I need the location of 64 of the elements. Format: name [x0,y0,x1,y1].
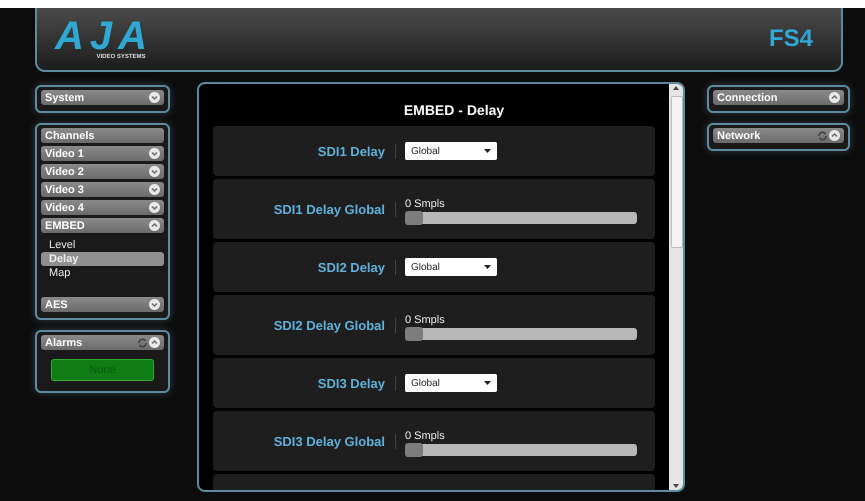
chevron-up-icon[interactable] [829,130,840,141]
chevron-down-icon[interactable] [149,299,160,310]
scrollbar[interactable] [669,84,683,490]
dropdown-field[interactable]: Global [405,374,497,392]
dropdown-field[interactable]: Global [405,142,497,160]
slider-thumb[interactable] [405,327,423,341]
chevron-down-icon[interactable] [149,184,160,195]
scroll-down-icon[interactable] [673,484,679,488]
scroll-up-icon[interactable] [673,86,679,90]
section-header[interactable]: Video 3 [41,182,164,197]
section-title: Video 1 [45,148,85,160]
slider-reading: 0 Smpls [405,430,445,442]
slider-reading: 0 Smpls [405,198,445,210]
panel-title: Connection [717,92,778,104]
menu-item[interactable]: Level [41,238,164,252]
dropdown-field[interactable]: Global [405,258,497,276]
panel-header[interactable]: System [41,90,164,105]
slider-thumb[interactable] [405,211,423,225]
setting-label: SDI3 Delay Global [213,434,396,448]
section-title: Video 2 [45,166,85,178]
chevron-down-icon[interactable] [149,92,160,103]
setting-label: SDI1 Delay Global [213,202,396,216]
section-header[interactable]: Video 4 [41,200,164,215]
slider-track[interactable] [405,212,637,224]
dropdown-caret-icon [484,149,491,153]
content-title: EMBED - Delay [402,101,506,120]
section-header[interactable]: Video 1 [41,146,164,161]
chevron-up-icon[interactable] [149,337,160,348]
setting-label: SDI2 Delay Global [213,318,396,332]
logo-text: AJA [55,18,154,54]
menu-item[interactable]: Delay [41,252,164,266]
refresh-icon[interactable] [817,130,828,140]
product-name: FS4 [768,25,813,53]
chevron-down-icon[interactable] [149,202,160,213]
slider-track[interactable] [405,444,637,456]
setting-label: SDI1 Delay [213,144,396,158]
setting-label: SDI3 Delay [213,376,396,390]
chevron-up-icon[interactable] [149,220,160,231]
section-title: AES [45,298,69,310]
panel-header[interactable]: Alarms [41,335,164,350]
section-header[interactable]: Video 2 [41,164,164,179]
slider-track[interactable] [405,328,637,340]
chevron-down-icon[interactable] [149,148,160,159]
section-header[interactable]: EMBED [41,218,164,233]
refresh-icon[interactable] [137,338,148,348]
setting-label: SDI2 Delay [213,260,396,274]
panel-title: Alarms [45,336,84,348]
panel-header[interactable]: Connection [713,90,844,105]
menu-item[interactable]: Map [41,266,164,280]
dropdown-caret-icon [484,381,491,385]
panel-header[interactable]: Channels [41,128,164,143]
dropdown-caret-icon [484,265,491,269]
chevron-down-icon[interactable] [149,166,160,177]
section-title: EMBED [45,220,86,232]
section-title: Video 4 [45,202,85,214]
panel-header[interactable]: Network [713,128,844,143]
chevron-up-icon[interactable] [829,92,840,103]
slider-reading: 0 Smpls [405,314,445,326]
panel-title: Channels [45,130,96,142]
section-header[interactable]: AES [41,297,164,312]
panel-title: System [45,92,86,104]
panel-title: Network [717,130,762,142]
section-title: Video 3 [45,184,85,196]
slider-thumb[interactable] [405,443,423,457]
